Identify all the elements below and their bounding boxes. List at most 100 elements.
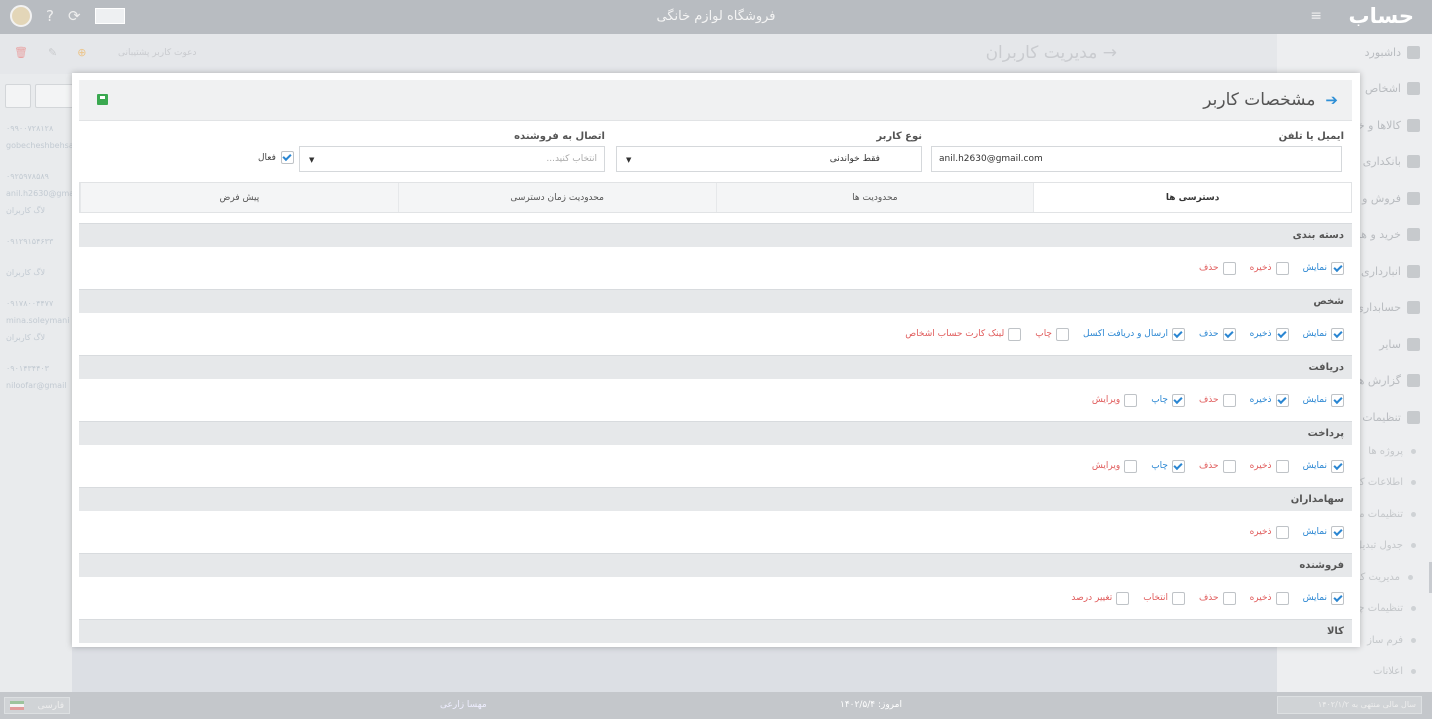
checkbox[interactable] (1222, 261, 1236, 275)
user-list: ۰۹۹۰۰۷۲۸۱۲۸ gobecheshbehsa ۰۹۲۵۹۷۸۵۸۹ anil.… (0, 74, 75, 692)
email-label: ایمیل یا تلفن (1278, 131, 1344, 142)
list-item[interactable]: ۰۹۱۷۸۰۰۴۴۷۷ mina.soleymani لاگ کاربران (0, 295, 72, 346)
checkbox[interactable] (1331, 459, 1344, 473)
permission-checkbox[interactable]: ذخیره (1250, 327, 1289, 341)
permission-label: حذف (1198, 593, 1219, 603)
list-item-phone: ۰۹۱۲۹۱۵۴۶۳۳ (6, 237, 54, 246)
add-user-icon[interactable]: ⊕ (77, 46, 86, 59)
permission-checkbox[interactable]: ذخیره (1249, 525, 1289, 539)
checkbox[interactable] (1116, 591, 1130, 605)
sidebar-subitem[interactable]: اعلانات (1277, 656, 1432, 688)
seller-placeholder: انتخاب کنید... (546, 154, 597, 164)
list-item[interactable]: ۰۹۰۱۴۳۴۴۰۳ niloofar@gmail (0, 360, 72, 394)
checkbox[interactable] (1331, 261, 1344, 275)
language-select[interactable]: فارسی (4, 697, 70, 714)
checkbox[interactable] (1222, 393, 1236, 407)
checkbox[interactable] (1275, 393, 1289, 407)
permission-checkbox[interactable]: نمایش (1303, 261, 1344, 275)
seller-select[interactable]: انتخاب کنید... ▼ (299, 146, 605, 172)
permission-checkbox[interactable]: ذخیره (1250, 261, 1289, 275)
list-item[interactable]: ۰۹۲۵۹۷۸۵۸۹ anil.h2630@gmail لاگ کاربران (0, 168, 72, 219)
permission-checkbox[interactable]: حذف (1199, 393, 1236, 407)
section-header: کالا (79, 619, 1352, 643)
delete-icon[interactable]: 🗑 (14, 46, 28, 59)
permission-checkbox[interactable]: حذف (1199, 261, 1236, 275)
checkbox[interactable] (1222, 591, 1236, 605)
checkbox[interactable] (1222, 327, 1236, 341)
checkbox[interactable] (1171, 327, 1185, 341)
permission-label: ذخیره (1249, 527, 1272, 537)
user-type-select[interactable]: فقط خواندنی ▼ (616, 146, 922, 172)
fiscal-year-select[interactable]: سال مالی منتهی به ۱۴۰۲/۱/۲ (1277, 696, 1422, 714)
checkbox[interactable] (1171, 459, 1185, 473)
bullet-icon (1411, 637, 1416, 643)
permission-label: نمایش (1302, 527, 1327, 537)
permission-checkbox[interactable]: چاپ (1151, 393, 1185, 407)
checkbox[interactable] (1275, 525, 1289, 539)
checkbox[interactable] (1222, 459, 1236, 473)
save-icon[interactable] (97, 94, 108, 105)
permission-checkbox[interactable]: تغییر درصد (1071, 591, 1130, 605)
permission-checkbox[interactable]: چاپ (1035, 327, 1069, 341)
list-item[interactable]: ۰۹۹۰۰۷۲۸۱۲۸ gobecheshbehsa (0, 120, 72, 154)
permission-checkbox[interactable]: نمایش (1302, 525, 1344, 539)
checkbox[interactable] (1331, 393, 1344, 407)
permission-checkbox[interactable]: حذف (1199, 459, 1236, 473)
email-field[interactable]: anil.h2630@gmail.com (931, 146, 1342, 172)
tab[interactable]: دسترسی ها (1033, 183, 1351, 212)
user-type-value: فقط خواندنی (829, 154, 880, 164)
tab[interactable]: محدودیت ها (715, 183, 1034, 212)
permission-checkbox[interactable]: حذف (1199, 327, 1236, 341)
permission-checkbox[interactable]: ارسال و دریافت اکسل (1083, 327, 1185, 341)
sidebar-item-label: داشبورد (1364, 45, 1401, 59)
sort-icon[interactable] (5, 84, 31, 108)
header-actions: 🗑 ✎ ⊕ (14, 46, 86, 59)
tab[interactable]: محدودیت زمان دسترسی (397, 183, 716, 212)
checkbox[interactable] (1331, 525, 1344, 539)
permission-checkbox[interactable]: نمایش (1303, 591, 1344, 605)
edit-icon[interactable]: ✎ (48, 46, 57, 59)
bullet-icon (1411, 480, 1416, 486)
menu-icon[interactable]: ≡ (1310, 8, 1322, 24)
checkbox[interactable] (1275, 591, 1289, 605)
list-item-email: anil.h2630@gmail (6, 189, 72, 198)
checkbox[interactable] (1331, 591, 1344, 605)
permission-checkbox[interactable]: ذخیره (1250, 591, 1289, 605)
checkbox[interactable] (1124, 459, 1138, 473)
permission-checkbox[interactable]: ذخیره (1250, 393, 1289, 407)
checkbox[interactable] (1331, 327, 1344, 341)
checkbox[interactable] (1056, 327, 1069, 341)
list-item[interactable]: لاگ کاربران (0, 264, 72, 281)
permission-checkbox[interactable]: ذخیره (1250, 459, 1289, 473)
iran-flag-icon (10, 701, 24, 710)
tab[interactable]: پیش فرض (80, 183, 398, 212)
checkbox[interactable] (1171, 393, 1185, 407)
active-checkbox[interactable]: فعال (258, 151, 294, 164)
permission-checkbox[interactable]: چاپ (1151, 459, 1185, 473)
permission-checkbox[interactable]: ویرایش (1092, 393, 1138, 407)
checkbox[interactable] (1171, 591, 1185, 605)
invite-support-user[interactable]: دعوت کاربر پشتیبانی (118, 48, 197, 58)
permission-label: چاپ (1151, 461, 1168, 471)
permission-checkbox[interactable]: ویرایش (1092, 459, 1138, 473)
checkbox[interactable] (1124, 393, 1138, 407)
checkbox[interactable] (1008, 327, 1022, 341)
active-check[interactable] (280, 151, 294, 164)
sidebar-item-icon (1407, 82, 1420, 96)
back-arrow-icon[interactable]: → (1103, 43, 1117, 63)
checkbox[interactable] (1275, 459, 1289, 473)
checkbox[interactable] (1275, 327, 1289, 341)
permission-checkbox[interactable]: حذف (1198, 591, 1236, 605)
search-input[interactable] (35, 84, 75, 108)
sidebar-item[interactable]: داشبورد (1277, 34, 1432, 71)
permission-checkbox[interactable]: نمایش (1303, 459, 1344, 473)
permission-checkbox[interactable]: نمایش (1303, 393, 1344, 407)
list-item[interactable]: ۰۹۱۲۹۱۵۴۶۳۳ (0, 233, 72, 250)
checkbox[interactable] (1275, 261, 1289, 275)
sidebar-item-icon (1407, 374, 1420, 388)
permission-checkbox[interactable]: لینک کارت حساب اشخاص (905, 327, 1022, 341)
permission-checkbox[interactable]: انتخاب (1143, 591, 1185, 605)
back-arrow-icon[interactable]: ➔ (1325, 91, 1338, 109)
sidebar-item-icon (1407, 410, 1420, 424)
permission-checkbox[interactable]: نمایش (1303, 327, 1344, 341)
